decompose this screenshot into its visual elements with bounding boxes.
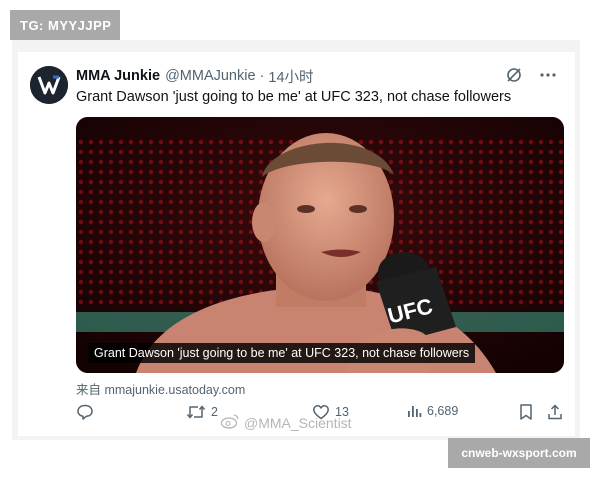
tweet-header: MMA Junkie @MMAJunkie · 14小时	[76, 66, 314, 86]
media-photo: UFC	[76, 117, 564, 373]
watermark-text: @MMA_Scientist	[244, 414, 352, 431]
author-name[interactable]: MMA Junkie	[76, 68, 160, 84]
bookmark-icon	[518, 403, 534, 421]
views-icon	[406, 403, 422, 419]
share-button[interactable]	[546, 403, 564, 421]
tweet-time[interactable]: 14小时	[268, 66, 313, 87]
tweet-card[interactable]: MMA Junkie @MMAJunkie · 14小时 Grant Dawso…	[18, 52, 575, 436]
bottom-right-tag: cnweb-wxsport.com	[448, 438, 590, 468]
link-source[interactable]: 来自 mmajunkie.usatoday.com	[76, 379, 245, 398]
share-icon	[546, 403, 564, 421]
more-icon[interactable]	[539, 66, 557, 84]
weibo-icon	[220, 413, 240, 432]
bookmark-button[interactable]	[518, 403, 534, 421]
reply-icon	[76, 403, 94, 421]
views-count: 6,689	[427, 404, 459, 418]
author-handle[interactable]: @MMAJunkie	[165, 68, 255, 84]
tweet-text: Grant Dawson 'just going to be me' at UF…	[76, 89, 512, 105]
retweet-count: 2	[211, 405, 218, 419]
top-left-tag: TG: MYYJJPP	[10, 10, 120, 40]
reply-button[interactable]	[76, 403, 94, 421]
retweet-button[interactable]: 2	[186, 403, 218, 421]
media-caption: Grant Dawson 'just going to be me' at UF…	[88, 343, 476, 363]
grok-slash-icon[interactable]	[505, 66, 523, 84]
header-icons	[505, 66, 557, 84]
separator: ·	[259, 68, 265, 84]
tweet-media[interactable]: UFC Grant Dawson 'just going to be me' a…	[76, 117, 564, 373]
watermark: @MMA_Scientist	[220, 413, 352, 432]
author-avatar[interactable]	[30, 66, 68, 104]
retweet-icon	[186, 403, 206, 421]
views-button[interactable]: 6,689	[406, 403, 458, 419]
